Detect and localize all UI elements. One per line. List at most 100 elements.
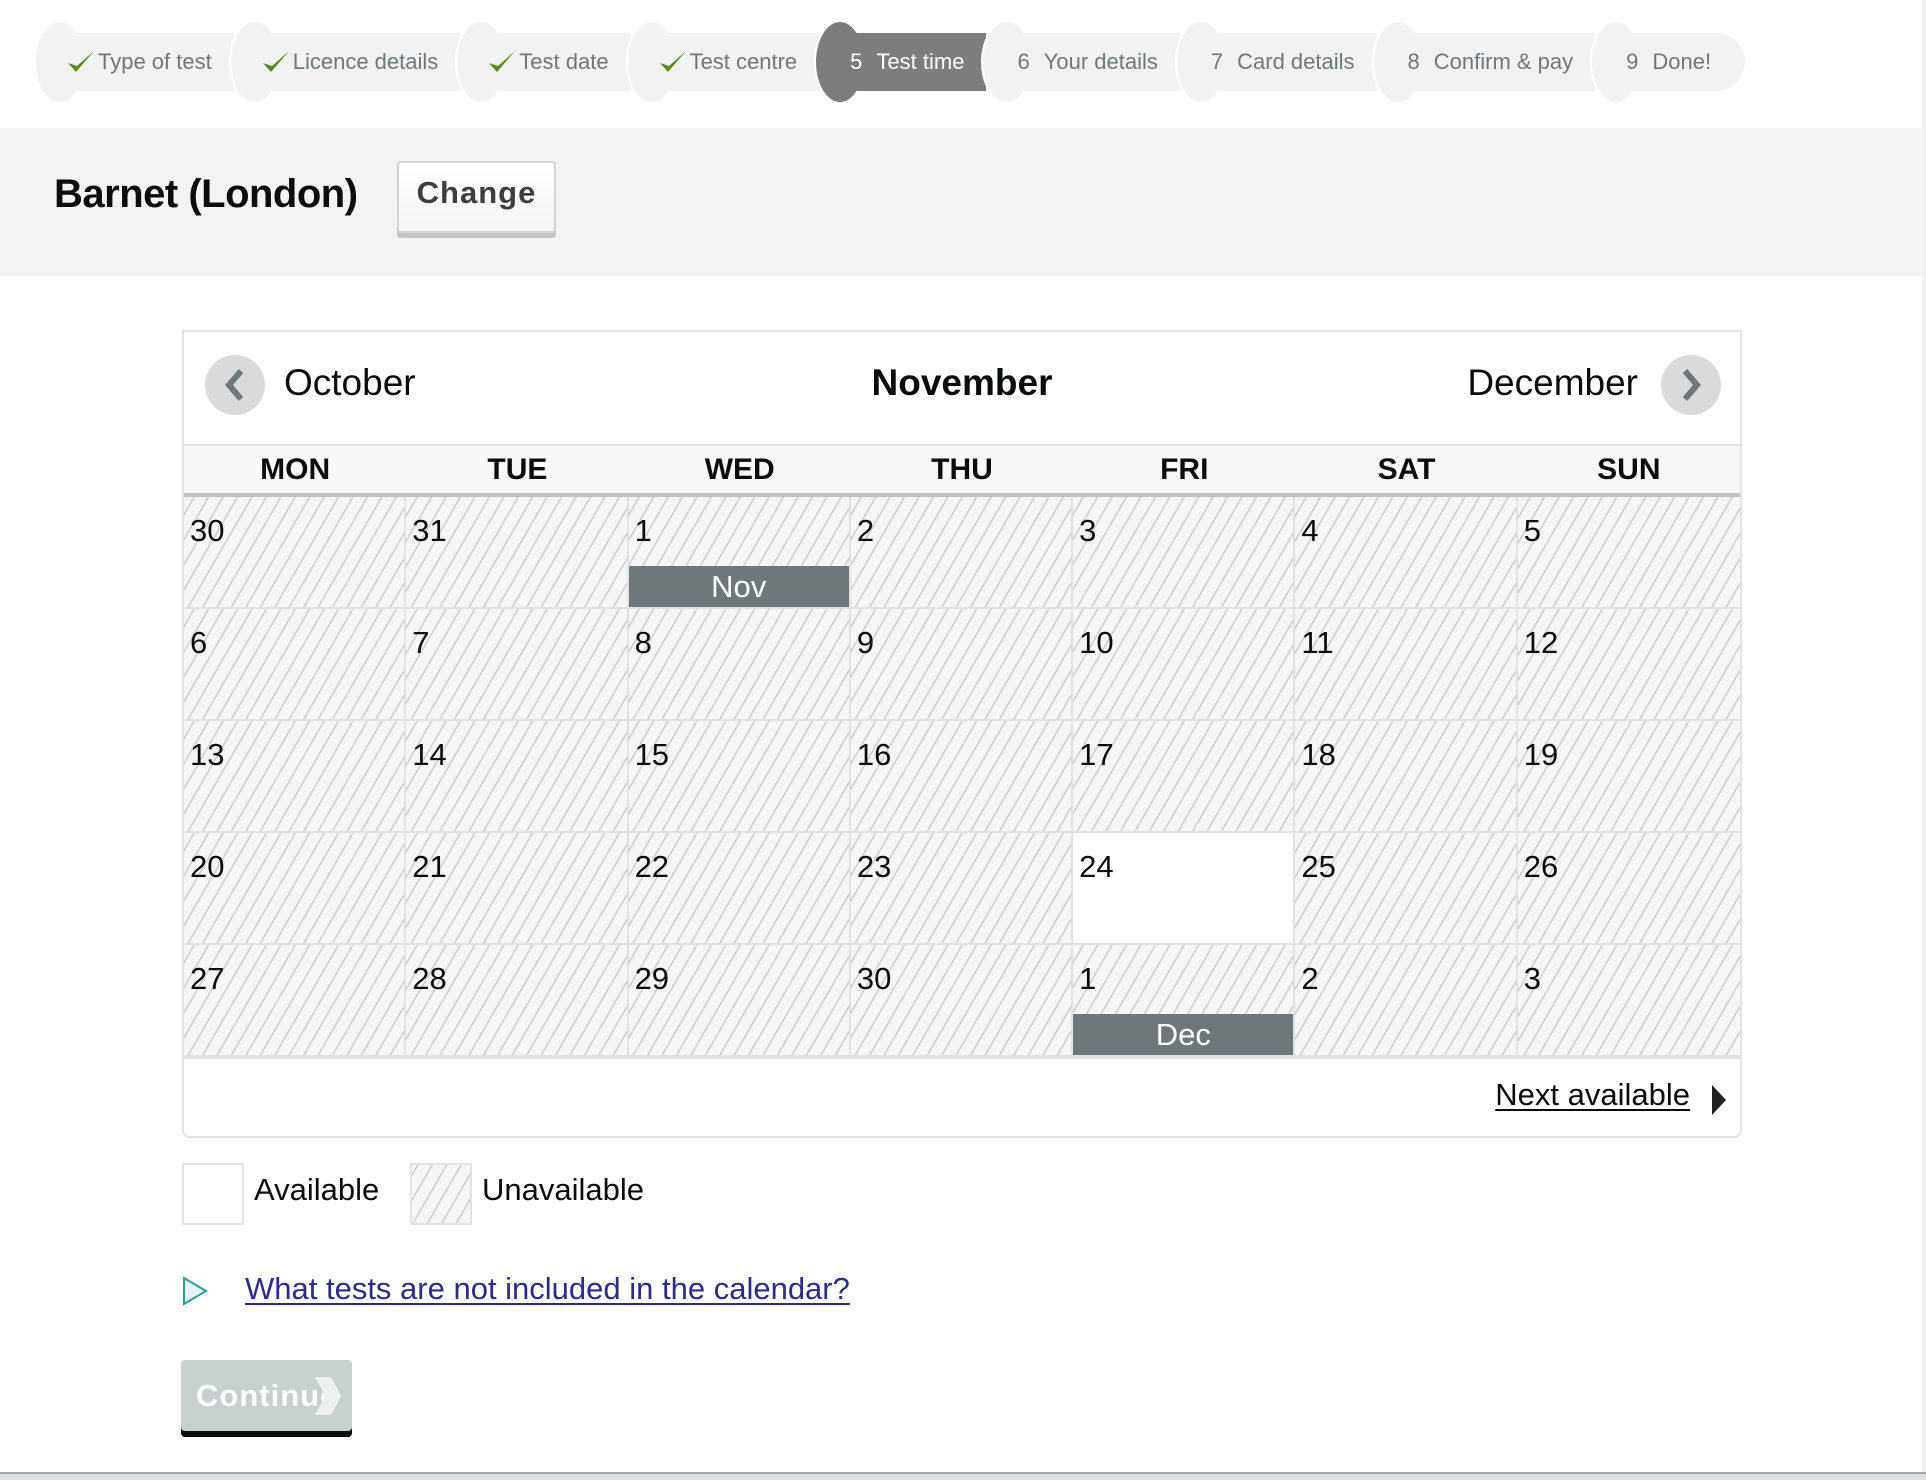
weekday-label: THU: [931, 453, 993, 486]
step-done: 9 Done!: [1592, 22, 1746, 102]
calendar-day-unavailable: 12: [1517, 609, 1740, 721]
day-number: 3: [1523, 961, 1541, 996]
calendar-day-unavailable: 8: [628, 609, 851, 721]
available-legend-label: Available: [254, 1172, 380, 1207]
previous-month-link[interactable]: October: [284, 362, 416, 404]
unavailable-swatch: [410, 1163, 472, 1225]
calendar-day-unavailable: 2: [1295, 945, 1518, 1057]
calendar-day-unavailable: 14: [406, 721, 629, 833]
day-number: 2: [856, 513, 875, 548]
weekday-label: FRI: [1160, 453, 1209, 486]
check-icon: [659, 51, 686, 72]
step-number: 5: [850, 49, 863, 74]
step-number: 6: [1017, 49, 1030, 74]
chevron-right-icon: [1682, 369, 1701, 401]
day-number: 10: [1079, 625, 1114, 660]
step-label: Type of test: [98, 49, 212, 74]
step-card-details: 7 Card details: [1176, 22, 1377, 102]
step-number: 9: [1626, 49, 1639, 74]
details-summary-link[interactable]: What tests are not included in the calen…: [245, 1271, 850, 1307]
day-number: 3: [1079, 513, 1097, 548]
day-number: 30: [856, 961, 892, 996]
day-number: 25: [1301, 849, 1336, 884]
calendar-day-unavailable: 7: [406, 609, 629, 721]
calendar-day-unavailable: 16: [850, 721, 1074, 833]
calendar-day-unavailable: 10: [1073, 609, 1296, 721]
calendar-day-unavailable: 23: [850, 833, 1074, 945]
check-icon: [262, 51, 289, 72]
step-label: Test time: [876, 49, 965, 74]
window-bottom-edge: [0, 1472, 1926, 1480]
continue-button[interactable]: Continue: [181, 1360, 352, 1431]
available-swatch: [182, 1163, 244, 1225]
calendar-day-unavailable: 9: [850, 609, 1074, 721]
next-month-link[interactable]: December: [1467, 362, 1638, 404]
calendar-day-unavailable: 6: [184, 609, 407, 721]
calendar-day-unavailable: 17: [1073, 721, 1296, 833]
day-number: 24: [1079, 849, 1114, 884]
day-number: 15: [634, 737, 670, 772]
test-centre-name: Barnet (London): [54, 172, 358, 216]
calendar-day-available[interactable]: 24: [1073, 833, 1296, 945]
day-number: 12: [1523, 625, 1559, 660]
calendar-day-unavailable: 1 Dec: [1073, 945, 1296, 1057]
unavailable-legend-label: Unavailable: [482, 1172, 644, 1207]
calendar-day-unavailable: 29: [628, 945, 851, 1057]
day-number: 11: [1301, 625, 1334, 660]
day-number: 17: [1079, 737, 1114, 772]
page: Type of test Licence details Test date T…: [0, 0, 1922, 1472]
check-icon: [489, 51, 516, 72]
day-number: 9: [856, 625, 875, 660]
step-test-centre[interactable]: Test centre: [627, 22, 820, 102]
day-number: 26: [1523, 849, 1559, 884]
day-number: 8: [634, 625, 652, 660]
calendar-grid: 30 31 1 Nov 2 3 4 5 6 7 8 9 10 11 12 13 14 15 16 17 18 19 20 21…: [184, 497, 1740, 1057]
progress-steps: Type of test Licence details Test date T…: [36, 22, 1748, 102]
test-centre-band: Barnet (London) Change: [0, 128, 1922, 276]
weekday-label: TUE: [487, 453, 548, 486]
next-available-link[interactable]: Next available: [1495, 1077, 1690, 1113]
calendar-day-unavailable: 3: [1517, 945, 1740, 1057]
day-number: 5: [1523, 513, 1541, 548]
weekday-label: SUN: [1597, 453, 1661, 486]
calendar-day-unavailable: 26: [1517, 833, 1740, 945]
step-test-time: 5 Test time: [816, 22, 987, 102]
calendar-day-unavailable: 20: [184, 833, 407, 945]
day-number: 21: [412, 849, 447, 884]
calendar-day-unavailable: 19: [1517, 721, 1740, 833]
month-start-marker: Dec: [1073, 1014, 1294, 1055]
day-number: 27: [190, 961, 225, 996]
calendar-day-unavailable: 2: [850, 497, 1074, 609]
day-number: 28: [412, 961, 447, 996]
step-label: Your details: [1043, 49, 1158, 74]
day-number: 1: [1079, 961, 1097, 996]
weekday-label: WED: [704, 453, 775, 486]
calendar-day-unavailable: 27: [184, 945, 407, 1057]
calendar: October November December MON TUE WED TH…: [182, 330, 1742, 1138]
day-number: 16: [856, 737, 892, 772]
day-number: 7: [412, 625, 430, 660]
day-number: 20: [190, 849, 225, 884]
next-month-button[interactable]: [1661, 355, 1721, 415]
step-your-details: 6 Your details: [983, 22, 1180, 102]
triangle-right-icon[interactable]: [1712, 1085, 1726, 1115]
calendar-day-unavailable: 5: [1517, 497, 1740, 609]
calendar-day-unavailable: 4: [1295, 497, 1518, 609]
calendar-day-unavailable: 28: [406, 945, 629, 1057]
step-number: 7: [1210, 49, 1224, 74]
weekday-label: MON: [260, 453, 331, 486]
day-number: 31: [412, 513, 447, 548]
step-test-date[interactable]: Test date: [457, 22, 631, 102]
step-type-of-test[interactable]: Type of test: [36, 22, 234, 102]
weekday-header: MON TUE WED THU FRI SAT SUN: [184, 444, 1740, 497]
scrollbar-track: [1922, 0, 1926, 1480]
change-centre-button[interactable]: Change: [397, 161, 556, 233]
calendar-day-unavailable: 11: [1295, 609, 1518, 721]
previous-month-button[interactable]: [205, 355, 265, 415]
step-licence-details[interactable]: Licence details: [230, 22, 461, 102]
day-number: 4: [1301, 513, 1319, 548]
check-icon: [68, 51, 94, 72]
step-confirm-pay: 8 Confirm & pay: [1373, 22, 1596, 102]
calendar-day-unavailable: 30: [850, 945, 1074, 1057]
day-number: 13: [190, 737, 225, 772]
